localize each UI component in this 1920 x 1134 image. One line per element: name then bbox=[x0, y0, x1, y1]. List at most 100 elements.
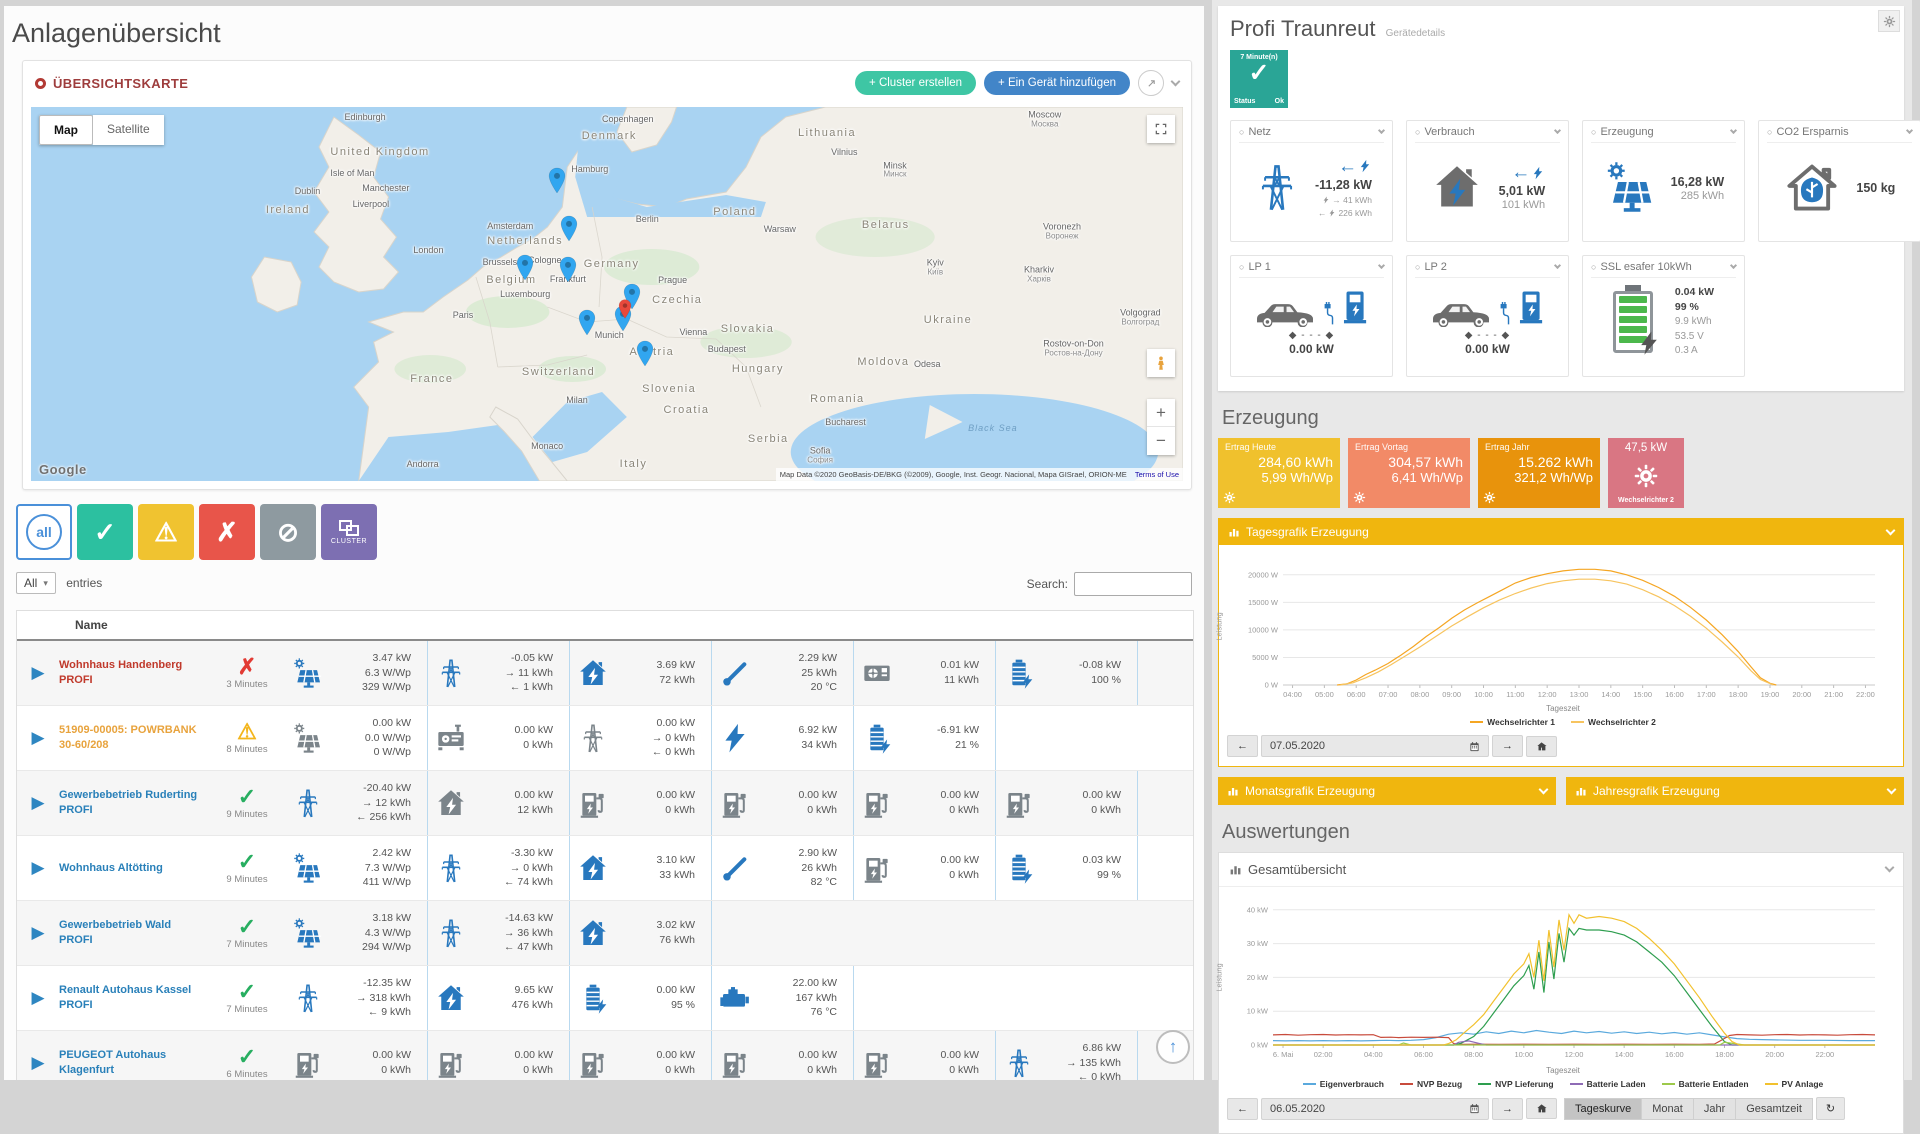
add-device-button[interactable]: + Ein Gerät hinzufügen bbox=[984, 71, 1130, 95]
wechselrichter-tile[interactable]: 47,5 kW Wechselrichter 2 bbox=[1608, 438, 1684, 508]
fullscreen-button[interactable] bbox=[1147, 115, 1175, 143]
pylon-icon bbox=[292, 982, 324, 1014]
plant-name-link[interactable]: Gewerbebetrieb Wald PROFI bbox=[59, 918, 209, 948]
home-button[interactable] bbox=[1526, 1098, 1557, 1119]
legend-item[interactable]: Batterie Entladen bbox=[1662, 1079, 1749, 1089]
house-icon bbox=[435, 787, 467, 819]
device-card-co2-ersparnis[interactable]: ○CO2 Ersparnis 150 kg bbox=[1758, 120, 1920, 242]
map-pin-alert[interactable] bbox=[618, 299, 633, 319]
range-gesamtzeit-button[interactable]: Gesamtzeit bbox=[1736, 1098, 1813, 1120]
device-card-ssl-esafer-10kwh[interactable]: ○SSL esafer 10kWh 0.04 kW99 %9.9 kWh53.5… bbox=[1582, 255, 1745, 377]
play-button[interactable]: ▶ bbox=[17, 1053, 59, 1073]
plant-name-link[interactable]: Wohnhaus Handenberg PROFI bbox=[59, 658, 209, 688]
legend-item[interactable]: Wechselrichter 1 bbox=[1470, 717, 1555, 727]
ertrag-tile[interactable]: Ertrag Jahr 15.262 kWh 321,2 Wh/Wp bbox=[1478, 438, 1600, 508]
next-day-button[interactable]: → bbox=[1492, 1098, 1523, 1120]
home-button[interactable] bbox=[1526, 736, 1557, 757]
chevron-down-icon[interactable] bbox=[1378, 261, 1385, 268]
refresh-button[interactable]: ↻ bbox=[1816, 1097, 1845, 1120]
device-card-netz[interactable]: ○Netz ←-11,28 kW → 41 kWh ← 226 kWh bbox=[1230, 120, 1393, 242]
europe-map[interactable]: EdinburghUnited KingdomIsle of ManDublin… bbox=[31, 107, 1183, 481]
next-day-button[interactable]: → bbox=[1492, 735, 1523, 757]
map-type-map[interactable]: Map bbox=[39, 115, 93, 145]
range-monat-button[interactable]: Monat bbox=[1642, 1098, 1694, 1120]
play-button[interactable]: ▶ bbox=[17, 923, 59, 943]
map-pin[interactable] bbox=[577, 309, 597, 336]
card-title: CO2 Ersparnis bbox=[1776, 126, 1848, 138]
chevron-down-icon[interactable] bbox=[1730, 261, 1737, 268]
play-button[interactable]: ▶ bbox=[17, 663, 59, 683]
chevron-down-icon[interactable] bbox=[1378, 126, 1385, 133]
device-card-lp-1[interactable]: ○LP 1 ◆ - - - ◆ 0.00 kW bbox=[1230, 255, 1393, 377]
name-column-header[interactable]: Name bbox=[75, 618, 108, 632]
device-card-lp-2[interactable]: ○LP 2 ◆ - - - ◆ 0.00 kW bbox=[1406, 255, 1569, 377]
ertrag-tile[interactable]: Ertrag Heute 284,60 kWh 5,99 Wh/Wp bbox=[1218, 438, 1340, 508]
filter-all-button[interactable]: all bbox=[16, 504, 72, 560]
prev-day-button[interactable]: ← bbox=[1227, 1098, 1258, 1120]
plant-name-link[interactable]: 51909-00005: POWRBANK 30-60/208 bbox=[59, 723, 209, 753]
map-pin[interactable] bbox=[558, 256, 578, 283]
play-button[interactable]: ▶ bbox=[17, 728, 59, 748]
map-pin[interactable] bbox=[559, 215, 579, 242]
status-tile[interactable]: 7 Minute(n) ✓ Status Ok bbox=[1230, 50, 1288, 108]
scroll-to-top-button[interactable]: ↑ bbox=[1156, 1030, 1190, 1064]
play-button[interactable]: ▶ bbox=[17, 858, 59, 878]
range-switcher: TageskurveMonatJahrGesamtzeit bbox=[1564, 1098, 1813, 1120]
create-cluster-button[interactable]: + Cluster erstellen bbox=[855, 71, 976, 95]
range-tageskurve-button[interactable]: Tageskurve bbox=[1564, 1098, 1642, 1120]
plant-name-link[interactable]: Renault Autohaus Kassel PROFI bbox=[59, 983, 209, 1013]
gesamtuebersicht-header[interactable]: Gesamtübersicht bbox=[1219, 853, 1903, 887]
expand-button[interactable] bbox=[1138, 70, 1164, 96]
filter-cluster-button[interactable]: CLUSTER bbox=[321, 504, 377, 560]
map-attribution: Map Data ©2020 GeoBasis-DE/BKG (©2009), … bbox=[776, 468, 1183, 481]
pegman-button[interactable] bbox=[1147, 349, 1175, 377]
zoom-out-button[interactable]: − bbox=[1147, 427, 1175, 455]
jahresgrafik-bar[interactable]: Jahresgrafik Erzeugung bbox=[1566, 777, 1904, 805]
chevron-down-icon[interactable] bbox=[1554, 126, 1561, 133]
chevron-down-icon[interactable] bbox=[1730, 126, 1737, 133]
date-field[interactable]: 06.05.2020 bbox=[1261, 1098, 1489, 1120]
plant-name-link[interactable]: Gewerbebetrieb Ruderting PROFI bbox=[59, 788, 209, 818]
legend-item[interactable]: Batterie Laden bbox=[1570, 1079, 1646, 1089]
tile-energy: 284,60 kWh bbox=[1225, 454, 1333, 470]
map-label: Vienna bbox=[679, 328, 707, 338]
collapse-chevron-icon[interactable] bbox=[1171, 76, 1181, 86]
tagesgrafik-header[interactable]: Tagesgrafik Erzeugung bbox=[1219, 519, 1903, 545]
zoom-in-button[interactable]: + bbox=[1147, 399, 1175, 427]
play-button[interactable]: ▶ bbox=[17, 988, 59, 1008]
map-pin[interactable] bbox=[635, 340, 655, 367]
car-icon bbox=[1430, 299, 1492, 327]
plant-name-link[interactable]: Wohnhaus Altötting bbox=[59, 861, 209, 876]
map-pin[interactable] bbox=[547, 167, 567, 194]
monatsgrafik-bar[interactable]: Monatsgrafik Erzeugung bbox=[1218, 777, 1556, 805]
settings-button[interactable] bbox=[1878, 10, 1900, 32]
range-jahr-button[interactable]: Jahr bbox=[1694, 1098, 1736, 1120]
plant-name-link[interactable]: PEUGEOT Autohaus Klagenfurt bbox=[59, 1048, 209, 1078]
play-button[interactable]: ▶ bbox=[17, 793, 59, 813]
map-type-satellite[interactable]: Satellite bbox=[93, 115, 164, 145]
filter-warning-button[interactable]: ⚠ bbox=[138, 504, 194, 560]
table-header[interactable]: Name bbox=[17, 611, 1193, 641]
ertrag-tile[interactable]: Ertrag Vortag 304,57 kWh 6,41 Wh/Wp bbox=[1348, 438, 1470, 508]
legend-item[interactable]: NVP Lieferung bbox=[1478, 1079, 1553, 1089]
legend-item[interactable]: Wechselrichter 2 bbox=[1571, 717, 1656, 727]
terms-link[interactable]: Terms of Use bbox=[1135, 470, 1179, 479]
device-card-erzeugung[interactable]: ○Erzeugung 16,28 kW 285 kWh bbox=[1582, 120, 1745, 242]
device-card-verbrauch[interactable]: ○Verbrauch ←5,01 kW 101 kWh bbox=[1406, 120, 1569, 242]
page-size-select[interactable]: All ▾ bbox=[16, 572, 56, 594]
map-type-switcher[interactable]: Map Satellite bbox=[39, 115, 164, 145]
filter-error-button[interactable]: ✗ bbox=[199, 504, 255, 560]
legend-item[interactable]: PV Anlage bbox=[1765, 1079, 1824, 1089]
filter-offline-button[interactable]: ⊘ bbox=[260, 504, 316, 560]
map-pin[interactable] bbox=[515, 254, 535, 281]
legend-item[interactable]: NVP Bezug bbox=[1400, 1079, 1462, 1089]
search-input[interactable] bbox=[1074, 572, 1192, 596]
chevron-down-icon[interactable] bbox=[1554, 261, 1561, 268]
prev-day-button[interactable]: ← bbox=[1227, 735, 1258, 757]
chevron-down-icon[interactable] bbox=[1906, 126, 1913, 133]
device-detail-section: Profi Traunreut Gerätedetails 7 Minute(n… bbox=[1212, 0, 1912, 1080]
filter-ok-button[interactable]: ✓ bbox=[77, 504, 133, 560]
legend-item[interactable]: Eigenverbrauch bbox=[1303, 1079, 1384, 1089]
date-field[interactable]: 07.05.2020 bbox=[1261, 735, 1489, 757]
chart-bars-icon bbox=[1229, 863, 1242, 876]
